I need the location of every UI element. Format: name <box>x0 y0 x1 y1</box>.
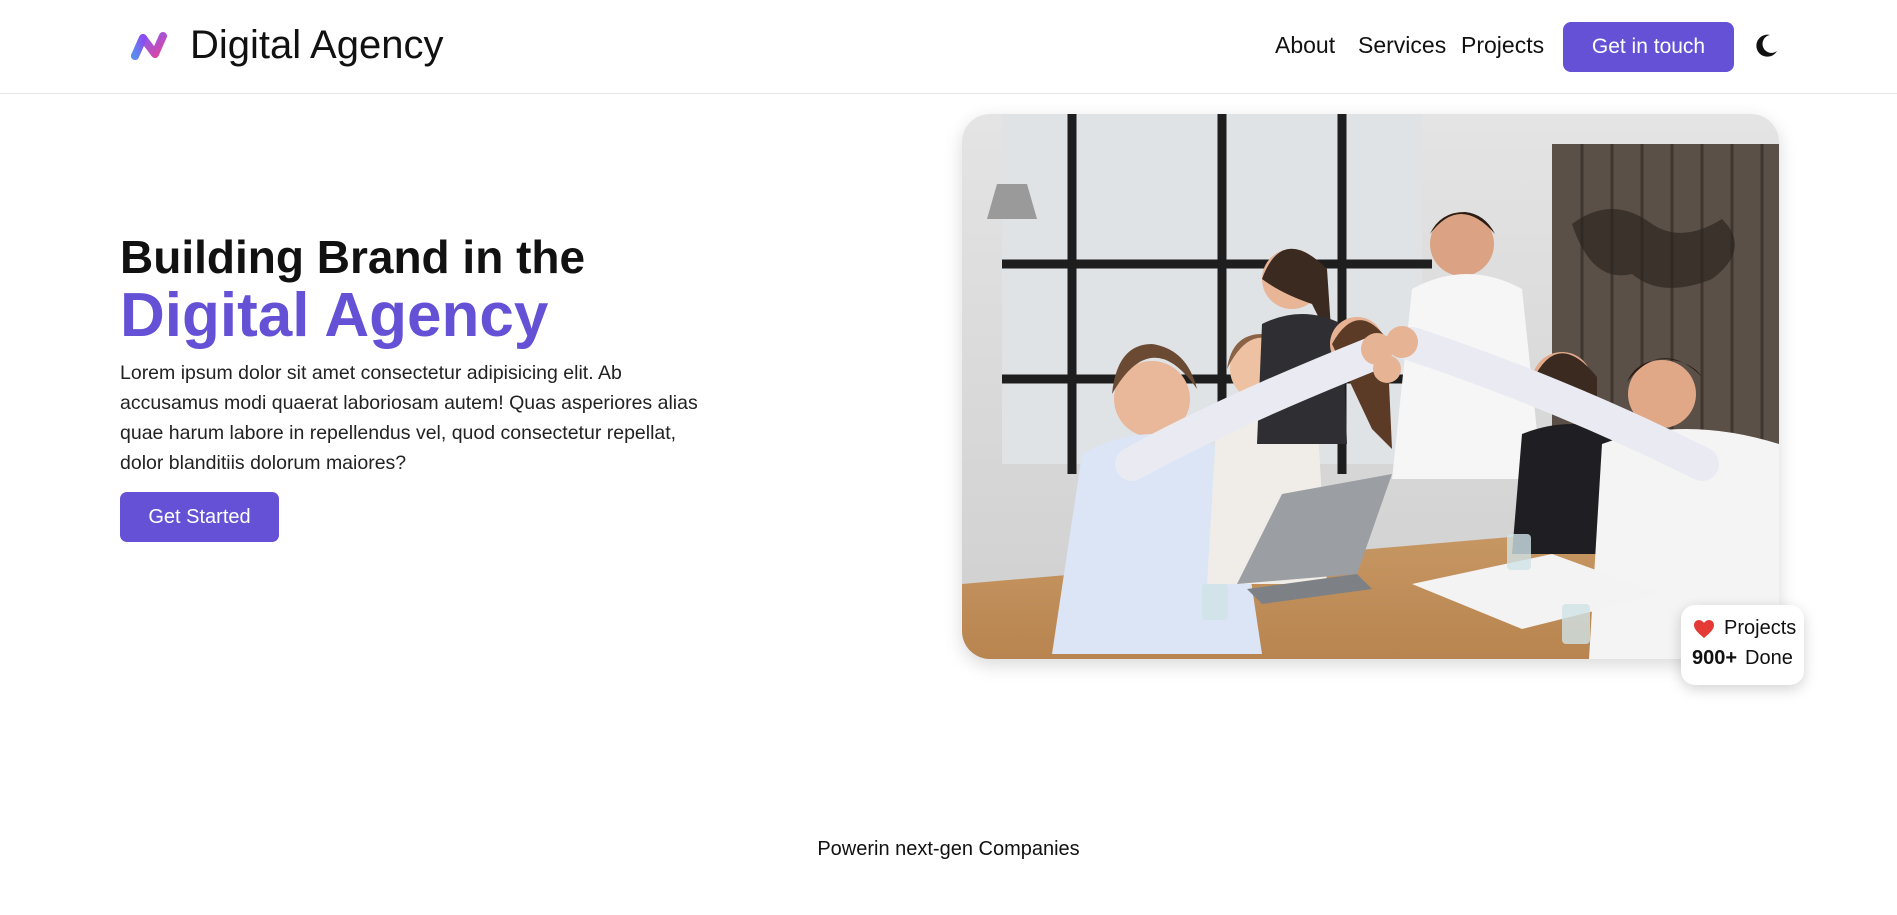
agency-logo-icon[interactable] <box>130 30 170 64</box>
nav-link-projects[interactable]: Projects <box>1461 32 1544 59</box>
badge-suffix: Done <box>1745 647 1793 669</box>
projects-done-badge: Projects 900+ Done <box>1681 605 1804 685</box>
hero-heading: Building Brand in the <box>120 231 586 283</box>
nav-link-services[interactable]: Services <box>1358 32 1446 59</box>
hero-heading-accent: Digital Agency <box>120 281 549 350</box>
team-high-five-photo <box>962 114 1779 659</box>
brand-name[interactable]: Digital Agency <box>190 23 443 68</box>
nav-link-about[interactable]: About <box>1275 32 1335 59</box>
badge-label: Projects <box>1724 617 1797 639</box>
badge-number: 900+ <box>1692 647 1738 669</box>
site-header: Digital Agency About Services Projects G… <box>0 0 1897 94</box>
get-started-button[interactable]: Get Started <box>120 492 279 542</box>
heart-icon <box>1694 620 1714 638</box>
get-in-touch-button[interactable]: Get in touch <box>1563 22 1734 72</box>
moon-icon[interactable] <box>1752 32 1780 60</box>
companies-heading: Powerin next-gen Companies <box>817 838 1080 860</box>
hero-description: Lorem ipsum dolor sit amet consectetur a… <box>120 362 698 474</box>
